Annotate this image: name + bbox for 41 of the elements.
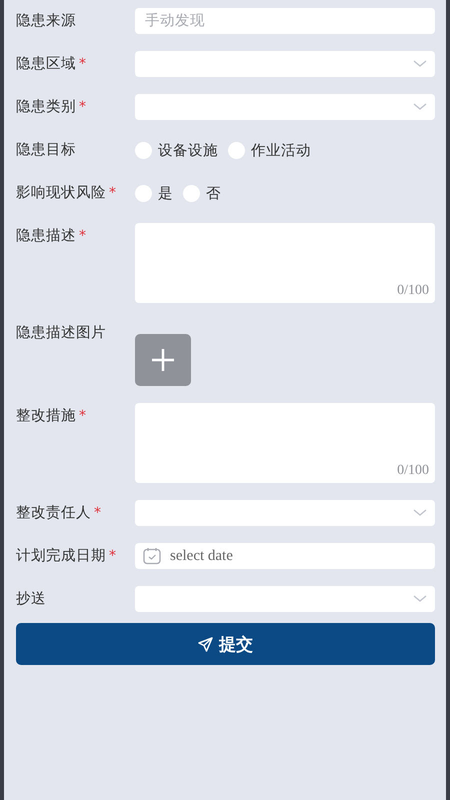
chevron-down-icon: [413, 103, 427, 111]
required-mark: *: [79, 407, 86, 426]
chevron-down-icon: [413, 595, 427, 603]
field-label: 隐患区域: [16, 55, 76, 74]
field-label: 隐患目标: [16, 141, 76, 160]
field-label: 整改措施: [16, 407, 76, 426]
required-mark: *: [109, 547, 116, 566]
dropdown-field[interactable]: [135, 94, 435, 120]
char-counter: 0/100: [397, 283, 429, 299]
field-label: 计划完成日期: [16, 546, 106, 566]
radio-option[interactable]: 是: [135, 184, 173, 202]
calendar-icon: [143, 547, 161, 565]
chevron-down-icon: [413, 60, 427, 68]
plus-icon: [151, 348, 175, 372]
field-label: 隐患类别: [16, 98, 76, 117]
field-label: 隐患来源: [16, 12, 76, 31]
date-field[interactable]: select date: [135, 543, 435, 569]
field-label: 隐患描述: [16, 227, 76, 246]
required-mark: *: [109, 184, 116, 203]
radio-option[interactable]: 设备设施: [135, 140, 218, 160]
dropdown-field[interactable]: [135, 51, 435, 77]
radio-option[interactable]: 否: [183, 184, 221, 202]
dropdown-field[interactable]: [135, 586, 435, 612]
required-mark: *: [94, 504, 101, 523]
field-label: 影响现状风险: [16, 184, 106, 203]
field-label: 抄送: [16, 590, 46, 609]
text-field[interactable]: 手动发现: [135, 8, 435, 34]
chevron-down-icon: [413, 509, 427, 517]
field-label: 整改责任人: [16, 504, 91, 523]
submit-button[interactable]: 提交: [16, 623, 435, 665]
required-mark: *: [79, 227, 86, 246]
required-mark: *: [79, 55, 86, 74]
send-icon: [198, 636, 213, 652]
text-area[interactable]: [135, 403, 435, 483]
dropdown-field[interactable]: [135, 500, 435, 526]
char-counter: 0/100: [397, 463, 429, 479]
field-label: 隐患描述图片: [16, 324, 106, 343]
radio-option[interactable]: 作业活动: [228, 140, 311, 160]
text-area[interactable]: [135, 223, 435, 303]
add-image-button[interactable]: [135, 334, 191, 386]
required-mark: *: [79, 98, 86, 117]
